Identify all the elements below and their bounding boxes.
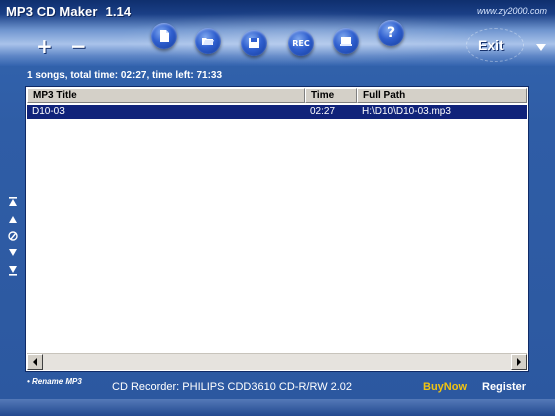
- edit-icon: [8, 231, 18, 241]
- move-top-icon: [9, 197, 17, 206]
- horizontal-scrollbar[interactable]: [27, 353, 527, 370]
- website-label[interactable]: www.zy2000.com: [477, 6, 547, 16]
- record-button[interactable]: REC: [288, 30, 314, 56]
- add-button[interactable]: +: [36, 36, 53, 56]
- help-button[interactable]: ?: [378, 20, 404, 46]
- bottom-strip: [0, 399, 555, 416]
- column-header-path[interactable]: Full Path: [357, 88, 527, 103]
- status-summary: 1 songs, total time: 02:27, time left: 7…: [27, 70, 223, 81]
- move-down-icon: [9, 249, 17, 256]
- burn-button[interactable]: [333, 28, 359, 54]
- column-header-title[interactable]: MP3 Title: [27, 88, 305, 103]
- list-header: MP3 Title Time Full Path: [27, 88, 527, 103]
- row-time: 02:27: [310, 106, 336, 117]
- move-bottom-icon: [9, 266, 17, 276]
- scroll-right-button[interactable]: [511, 354, 527, 370]
- move-up-button[interactable]: [6, 213, 20, 225]
- cd-recorder-label: CD Recorder: PHILIPS CDD3610 CD-R/RW 2.0…: [112, 381, 353, 393]
- document-icon: [160, 30, 169, 42]
- burn-icon: [340, 37, 352, 46]
- move-top-button[interactable]: [6, 196, 20, 208]
- move-bottom-button[interactable]: [6, 264, 20, 276]
- app-window: MP3 CD Maker 1.14 www.zy2000.com + − REC …: [0, 0, 555, 416]
- reorder-controls: [6, 196, 20, 281]
- scroll-left-button[interactable]: [27, 354, 43, 370]
- scroll-right-icon: [517, 358, 521, 366]
- save-list-button[interactable]: [241, 30, 267, 56]
- new-list-button[interactable]: [151, 23, 177, 49]
- rename-mp3-link[interactable]: • Rename MP3: [27, 377, 82, 386]
- folder-open-icon: [202, 38, 214, 45]
- table-row[interactable]: D10-03 02:27 H:\D10\D10-03.mp3: [27, 105, 527, 119]
- song-list[interactable]: MP3 Title Time Full Path D10-03 02:27 H:…: [25, 86, 529, 372]
- app-title: MP3 CD Maker 1.14: [6, 4, 131, 19]
- app-name: MP3 CD Maker: [6, 4, 98, 19]
- open-list-button[interactable]: [195, 28, 221, 54]
- column-header-time[interactable]: Time: [305, 88, 357, 103]
- row-path: H:\D10\D10-03.mp3: [362, 106, 451, 117]
- save-icon: [249, 38, 259, 48]
- edit-tag-button[interactable]: [6, 230, 20, 242]
- move-down-button[interactable]: [6, 247, 20, 259]
- exit-button[interactable]: Exit: [478, 37, 504, 53]
- menu-dropdown-icon[interactable]: [536, 44, 546, 51]
- scroll-left-icon: [33, 358, 37, 366]
- row-title: D10-03: [32, 106, 65, 117]
- register-link[interactable]: Register: [482, 381, 526, 393]
- remove-button[interactable]: −: [70, 36, 87, 56]
- help-icon: ?: [386, 25, 396, 41]
- app-version: 1.14: [105, 4, 132, 19]
- move-up-icon: [9, 216, 17, 223]
- record-icon: REC: [292, 38, 310, 48]
- buy-now-link[interactable]: BuyNow: [423, 381, 467, 393]
